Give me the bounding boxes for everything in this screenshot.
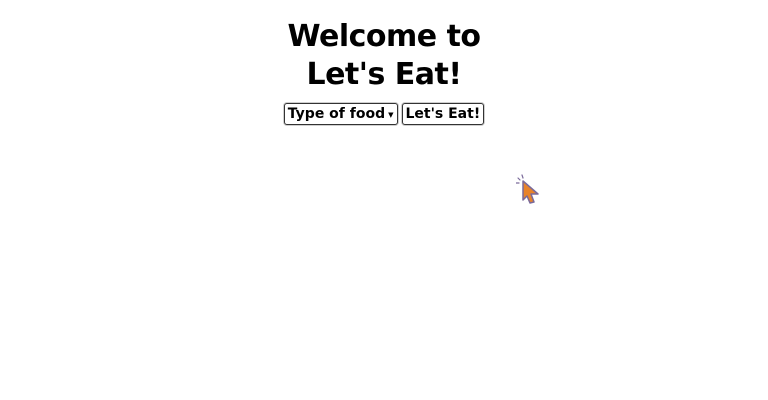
title-line-2: Let's Eat!	[306, 57, 462, 92]
controls: Type of food ▼ Let's Eat!	[0, 103, 768, 125]
food-type-select[interactable]: Type of food ▼	[283, 103, 398, 125]
chevron-down-icon: ▼	[388, 111, 394, 119]
page-title: Welcome to Let's Eat!	[0, 18, 768, 94]
lets-eat-button-label: Let's Eat!	[405, 106, 481, 122]
title-line-1: Welcome to	[287, 19, 481, 54]
lets-eat-button[interactable]: Let's Eat!	[401, 103, 485, 125]
mouse-pointer-icon	[516, 174, 539, 204]
page: Welcome to Let's Eat! Type of food ▼ Let…	[0, 0, 768, 400]
food-type-select-value: Type of food	[287, 106, 386, 122]
